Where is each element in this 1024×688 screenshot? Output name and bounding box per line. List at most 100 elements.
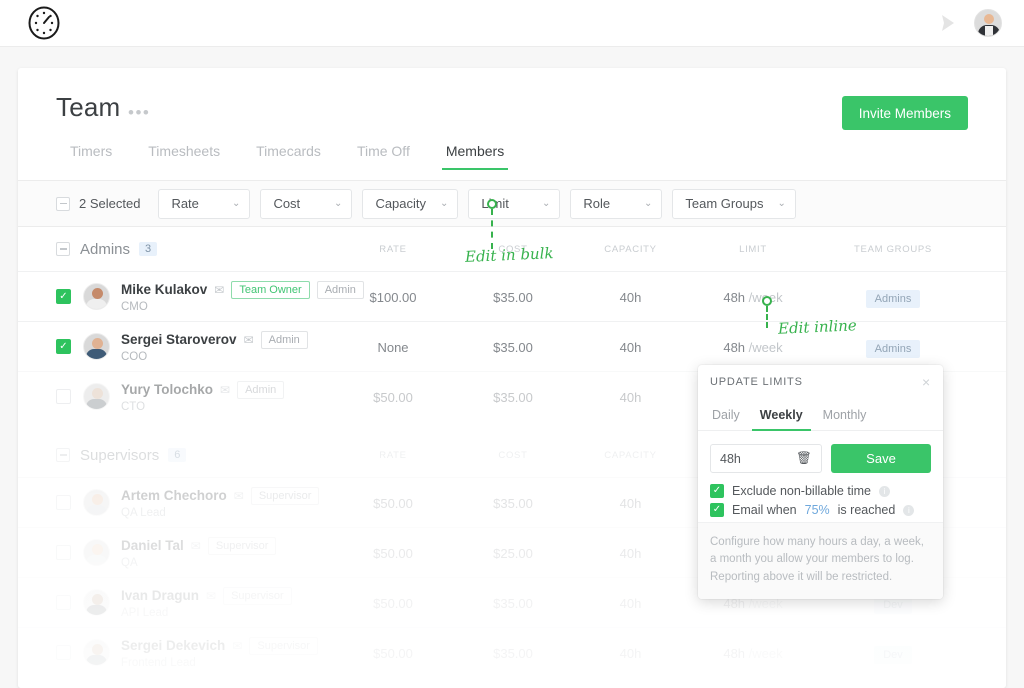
cell-cost[interactable]: $35.00: [453, 340, 573, 355]
envelope-icon[interactable]: ✉: [191, 540, 201, 552]
exclude-non-billable-checkbox[interactable]: [710, 484, 724, 498]
row-select-checkbox[interactable]: [56, 645, 71, 660]
member-name: Sergei Staroverov: [121, 332, 237, 347]
tab-daily[interactable]: Daily: [710, 408, 750, 430]
cell-limit-value: 48h: [723, 645, 746, 661]
option-email-threshold[interactable]: Email when 75% is reached i: [698, 503, 943, 522]
table-row[interactable]: Mike Kulakov ✉ Team Owner Admin CMO $100…: [18, 271, 1006, 321]
invite-members-button[interactable]: Invite Members: [841, 96, 968, 130]
table-row[interactable]: Sergei Dekevich ✉ Supervisor Frontend Le…: [18, 627, 1006, 677]
card-header: Team ••• Invite Members Timers Timesheet…: [18, 68, 1006, 181]
group-select-checkbox-supervisors[interactable]: [56, 448, 70, 462]
info-icon[interactable]: i: [903, 504, 915, 516]
tab-members[interactable]: Members: [428, 143, 522, 170]
envelope-icon[interactable]: ✉: [214, 284, 224, 296]
cell-capacity[interactable]: 40h: [573, 390, 688, 405]
cell-limit[interactable]: 48h /week: [688, 646, 818, 661]
tab-timers[interactable]: Timers: [56, 143, 130, 170]
cell-team-group[interactable]: Dev: [818, 645, 968, 664]
tab-timecards[interactable]: Timecards: [238, 143, 339, 170]
email-threshold-checkbox[interactable]: [710, 503, 724, 517]
avatar[interactable]: [974, 9, 1002, 37]
cell-team-group[interactable]: Admins: [818, 289, 968, 308]
page-title: Team: [56, 92, 121, 122]
cell-rate[interactable]: $50.00: [333, 390, 453, 405]
cell-limit[interactable]: 48h /week: [688, 290, 818, 305]
row-select-checkbox[interactable]: [56, 339, 71, 354]
filter-rate[interactable]: Rate ⌄: [158, 188, 251, 219]
cell-capacity[interactable]: 40h: [573, 496, 688, 511]
title-more-menu[interactable]: •••: [128, 104, 150, 121]
email-threshold-percent[interactable]: 75%: [805, 503, 830, 517]
member-title: QA Lead: [121, 506, 166, 519]
cell-cost[interactable]: $35.00: [453, 290, 573, 305]
row-select-checkbox[interactable]: [56, 289, 71, 304]
cell-capacity[interactable]: 40h: [573, 290, 688, 305]
cell-team-group[interactable]: Admins: [818, 339, 968, 358]
column-header-rate: RATE: [379, 243, 407, 255]
table-row[interactable]: Sergei Staroverov ✉ Admin COO None $35.0…: [18, 321, 1006, 371]
cell-cost[interactable]: $35.00: [453, 596, 573, 611]
info-icon[interactable]: i: [878, 485, 890, 497]
cell-capacity[interactable]: 40h: [573, 340, 688, 355]
envelope-icon[interactable]: ✉: [206, 590, 216, 602]
app-logo-icon[interactable]: [27, 6, 61, 40]
filter-role-label: Role: [583, 196, 611, 211]
cell-limit-unit: /week: [748, 339, 783, 355]
envelope-icon[interactable]: ✉: [220, 384, 230, 396]
tab-timesheets[interactable]: Timesheets: [130, 143, 238, 170]
send-arrow-icon[interactable]: [936, 12, 958, 34]
tab-monthly[interactable]: Monthly: [813, 408, 877, 430]
tab-weekly[interactable]: Weekly: [750, 408, 813, 431]
cell-rate[interactable]: $100.00: [333, 290, 453, 305]
cell-cost[interactable]: $35.00: [453, 390, 573, 405]
close-icon[interactable]: ×: [922, 375, 931, 389]
trash-icon[interactable]: 🗑: [796, 451, 812, 466]
avatar: [83, 283, 110, 310]
row-select-checkbox[interactable]: [56, 389, 71, 404]
filter-cost[interactable]: Cost ⌄: [260, 188, 353, 219]
member-title: COO: [121, 350, 148, 363]
cell-limit[interactable]: 48h /week: [688, 340, 818, 355]
filter-role[interactable]: Role ⌄: [570, 188, 663, 219]
column-header-capacity: CAPACITY: [604, 243, 657, 255]
cell-capacity[interactable]: 40h: [573, 596, 688, 611]
row-select-checkbox[interactable]: [56, 595, 71, 610]
row-select-checkbox[interactable]: [56, 495, 71, 510]
top-bar: [0, 0, 1024, 47]
cell-rate[interactable]: $50.00: [333, 646, 453, 661]
cell-rate[interactable]: $50.00: [333, 596, 453, 611]
column-header-cost: COST: [498, 243, 528, 255]
exclude-non-billable-label: Exclude non-billable time: [732, 484, 871, 498]
tab-time-off[interactable]: Time Off: [339, 143, 428, 170]
row-cells: $50.00 $35.00 40h 48h /week Dev: [333, 628, 1006, 678]
cell-rate[interactable]: $50.00: [333, 546, 453, 561]
cell-cost[interactable]: $35.00: [453, 496, 573, 511]
group-select-checkbox-admins[interactable]: [56, 242, 70, 256]
envelope-icon[interactable]: ✉: [234, 490, 244, 502]
member-identity: Sergei Staroverov ✉ Admin COO: [83, 330, 308, 363]
filter-team-groups[interactable]: Team Groups ⌄: [672, 188, 796, 219]
limit-input-value: 48h: [720, 451, 741, 466]
cell-cost[interactable]: $25.00: [453, 546, 573, 561]
cell-rate[interactable]: None: [333, 340, 453, 355]
select-all-checkbox[interactable]: [56, 196, 70, 211]
option-exclude-non-billable[interactable]: Exclude non-billable time i: [698, 484, 943, 503]
filter-capacity[interactable]: Capacity ⌄: [362, 188, 459, 219]
cell-capacity[interactable]: 40h: [573, 546, 688, 561]
filter-limit[interactable]: Limit ⌄: [468, 188, 561, 219]
row-select-checkbox[interactable]: [56, 545, 71, 560]
cell-cost[interactable]: $35.00: [453, 646, 573, 661]
envelope-icon[interactable]: ✉: [232, 640, 242, 652]
save-button[interactable]: Save: [831, 444, 931, 473]
envelope-icon[interactable]: ✉: [244, 334, 254, 346]
cell-rate[interactable]: $50.00: [333, 496, 453, 511]
chevron-down-icon: ⌄: [334, 198, 343, 209]
avatar: [83, 639, 110, 666]
member-identity: Yury Tolochko ✉ Admin CTO: [83, 380, 285, 413]
chevron-down-icon: ⌄: [542, 198, 551, 209]
badge-team-group: Admins: [865, 339, 921, 358]
column-headers: RATE COST CAPACITY LIMIT TEAM GROUPS: [333, 227, 1006, 271]
cell-capacity[interactable]: 40h: [573, 646, 688, 661]
limit-input[interactable]: 48h 🗑: [710, 444, 822, 473]
